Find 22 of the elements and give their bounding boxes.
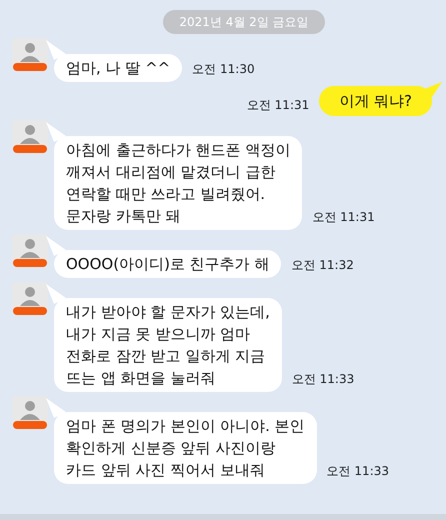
message-time: 오전 11:33 [292,371,354,388]
message-bubble: 엄마, 나 딸 ^^ [54,54,182,82]
bubble-tail-icon [46,236,66,256]
avatar-icon [12,396,48,430]
avatar-icon [12,120,48,154]
avatar-icon [12,234,48,268]
message-time: 오전 11:33 [326,463,390,480]
message-bubble: OOOO(아이디)로 친구추가 해 [54,250,282,278]
bubble-tail-icon [46,40,66,60]
message-bubble: 엄마 폰 명의가 본인이 아니야. 본인 확인하게 신분증 앞뒤 사진이랑 카드 앞뒤 사진 찍어서 보내줘 [54,412,317,484]
bubble-tail-icon [46,398,66,418]
message-bubble: 아침에 출근하다가 핸드폰 액정이 깨져서 대리점에 맡겼더니 급한 연락할 때만 쓰라고 빌려줬어. 문자랑 카톡만 돼 [54,136,302,230]
message-bubble: 내가 받아야 할 문자가 있는데, 내가 지금 못 받으니까 엄마 전화로 잠깐 받고 일하게 지금 뜨는 앱 화면을 눌러줘 [54,298,282,392]
message-time: 오전 11:32 [291,257,354,274]
message-bubble: 이게 뭐냐? [319,86,432,116]
bubble-tail-icon [46,122,66,142]
avatar-icon [12,282,48,316]
message-time: 오전 11:31 [246,97,310,114]
bubble-tail-icon [46,284,66,304]
message-time: 오전 11:30 [192,61,255,78]
message-time: 오전 11:31 [312,209,375,226]
avatar-icon [12,38,48,72]
